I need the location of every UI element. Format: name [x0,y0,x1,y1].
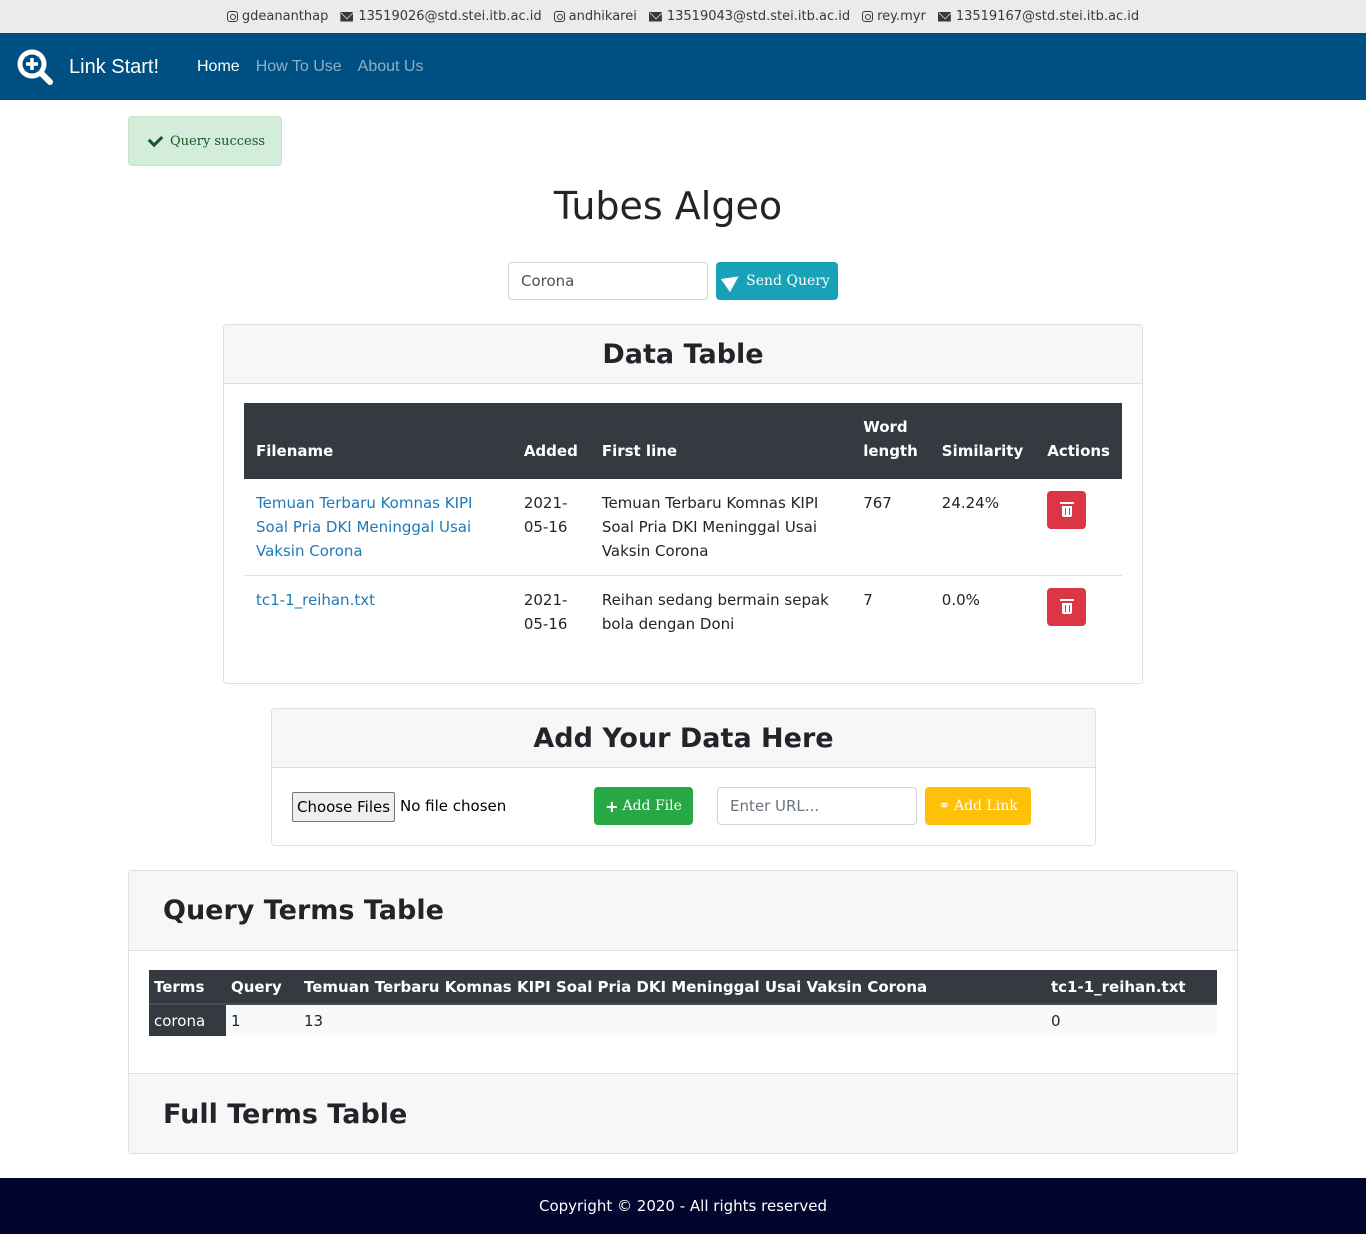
nav-home[interactable]: Home [197,58,240,76]
first-line-cell: Temuan Terbaru Komnas KIPI Soal Pria DKI… [601,494,819,560]
col-doc1: Temuan Terbaru Komnas KIPI Soal Pria DKI… [299,970,1046,1005]
added-cell: 2021-05-16 [511,575,590,648]
search-plus-logo-icon[interactable] [16,48,54,86]
contact-bar: gdeananthap 13519026@std.stei.itb.ac.id … [0,0,1366,33]
table-row: Temuan Terbaru Komnas KIPI Soal Pria DKI… [244,478,1122,576]
similarity-cell: 24.24% [941,494,999,512]
col-filename: Filename [244,403,512,479]
nav-links: Home How To Use About Us [197,58,423,76]
envelope-icon [648,11,662,22]
add-data-header: Add Your Data Here [272,709,1095,768]
trash-icon [1059,599,1074,614]
paper-plane-icon [721,269,744,293]
data-table: Filename Added First line Word length Si… [244,403,1122,648]
query-count-cell: 1 [226,1004,299,1036]
table-row: corona 1 13 0 [149,1004,1217,1036]
table-row: tc1-1_reihan.txt 2021-05-16 Reihan sedan… [244,575,1122,648]
check-icon [147,131,164,147]
full-terms-header[interactable]: Full Terms Table [129,1073,1237,1153]
data-table-header: Data Table [224,325,1142,384]
footer: Copyright © 2020 - All rights reserved [0,1178,1366,1234]
terms-card: Query Terms Table Terms Query Temuan Ter… [128,870,1238,1154]
table-header-row: Terms Query Temuan Terbaru Komnas KIPI S… [149,970,1217,1005]
added-cell: 2021-05-16 [523,494,568,536]
col-terms: Terms [149,970,226,1005]
choose-files-button[interactable]: Choose Files [292,792,395,822]
col-word-length: Word length [851,403,930,479]
contact-email-1: 13519026@std.stei.itb.ac.id [340,9,542,24]
nav-about-us[interactable]: About Us [358,58,424,76]
nav-how-to-use[interactable]: How To Use [256,58,342,76]
query-terms-table: Terms Query Temuan Terbaru Komnas KIPI S… [149,970,1217,1036]
col-first-line: First line [589,403,852,479]
copyright-text: Copyright © 2020 - All rights reserved [538,1197,828,1215]
data-table-title: Data Table [602,338,764,370]
col-doc2: tc1-1_reihan.txt [1046,970,1217,1005]
col-actions: Actions [1035,403,1122,479]
success-alert: Query success [128,116,282,166]
query-terms-header: Query Terms Table [129,871,1237,951]
add-data-card: Add Your Data Here Choose Files No file … [271,708,1096,846]
url-input[interactable]: Enter URL... [717,787,917,825]
table-header-row: Filename Added First line Word length Si… [244,403,1122,479]
alert-text: Query success [170,133,266,149]
col-similarity: Similarity [929,403,1036,479]
doc2-count-cell: 0 [1046,1004,1217,1036]
filename-link[interactable]: Temuan Terbaru Komnas KIPI Soal Pria DKI… [256,494,472,560]
page-title: Tubes Algeo [553,184,783,228]
first-line-cell: Reihan sedang bermain sepak bola dengan … [589,575,852,648]
brand-name[interactable]: Link Start! [69,56,159,79]
filename-link[interactable]: tc1-1_reihan.txt [256,591,375,609]
word-length-cell: 7 [851,575,930,648]
instagram-icon [226,11,238,22]
data-table-card: Data Table Filename Added First line Wor… [223,324,1143,684]
contact-instagram-1: gdeananthap [226,9,328,24]
doc1-count-cell: 13 [299,1004,1046,1036]
link-icon: ⚭ [938,798,950,814]
delete-button[interactable] [1047,491,1087,529]
navbar: Link Start! Home How To Use About Us [0,33,1366,100]
envelope-icon [340,11,354,22]
plus-icon: + [605,796,619,816]
contact-instagram-3: rey.myr [862,9,926,24]
add-link-button[interactable]: ⚭ Add Link [925,787,1031,825]
col-added: Added [511,403,590,479]
send-query-button[interactable]: Send Query [716,262,838,300]
delete-button[interactable] [1047,588,1087,626]
contact-email-3: 13519167@std.stei.itb.ac.id [937,9,1139,24]
envelope-icon [937,11,951,22]
contact-instagram-2: andhikarei [553,9,637,24]
query-input[interactable] [508,262,708,300]
contact-email-2: 13519043@std.stei.itb.ac.id [648,9,850,24]
trash-icon [1059,502,1074,517]
term-cell: corona [149,1004,226,1036]
col-query: Query [226,970,299,1005]
add-file-button[interactable]: + Add File [594,787,693,825]
add-data-title: Add Your Data Here [533,722,834,754]
word-length-cell: 767 [863,494,892,512]
file-status-text: No file chosen [400,797,507,815]
query-terms-title: Query Terms Table [163,895,444,926]
full-terms-title: Full Terms Table [163,1099,408,1130]
instagram-icon [862,11,874,22]
similarity-cell: 0.0% [929,575,1036,648]
instagram-icon [553,11,565,22]
